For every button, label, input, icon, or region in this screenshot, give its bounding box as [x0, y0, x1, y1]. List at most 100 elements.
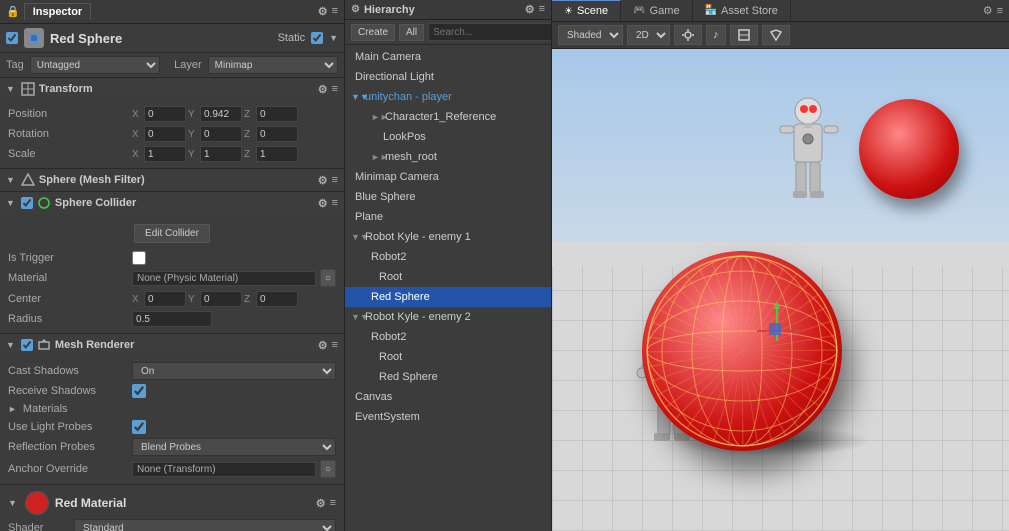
- hierarchy-item-robot-enemy2[interactable]: ▼ Robot Kyle - enemy 2: [345, 307, 551, 327]
- mesh-root-label: mesh_root: [385, 151, 437, 163]
- position-row: Position X 0 Y 0.942 Z 0: [8, 104, 336, 124]
- shader-dropdown[interactable]: Standard: [74, 519, 336, 531]
- hierarchy-item-red-sphere-1[interactable]: Red Sphere: [345, 287, 551, 307]
- hierarchy-settings-icon[interactable]: ⚙: [525, 3, 535, 16]
- hierarchy-menu-icon[interactable]: ≡: [539, 3, 545, 16]
- mesh-filter-menu-icon[interactable]: ≡: [332, 174, 338, 187]
- hierarchy-item-plane[interactable]: Plane: [345, 207, 551, 227]
- materials-row[interactable]: ► Materials: [8, 400, 336, 418]
- rotation-y-item: Y: [188, 126, 242, 142]
- audio-button[interactable]: ♪: [706, 25, 726, 45]
- rotation-x-input[interactable]: [144, 126, 186, 142]
- scene-tab[interactable]: ☀ Scene: [552, 0, 621, 21]
- is-trigger-checkbox[interactable]: [132, 251, 146, 265]
- shading-dropdown[interactable]: Shaded: [558, 25, 623, 45]
- hierarchy-item-blue-sphere[interactable]: Blue Sphere: [345, 187, 551, 207]
- hierarchy-item-robot-enemy1[interactable]: ▼ Robot Kyle - enemy 1: [345, 227, 551, 247]
- hierarchy-item-main-camera[interactable]: Main Camera: [345, 47, 551, 67]
- mesh-filter-icon: [21, 173, 35, 187]
- mesh-renderer-menu-icon[interactable]: ≡: [332, 339, 338, 352]
- anchor-override-field[interactable]: None (Transform): [132, 462, 316, 477]
- transform-settings-icons: ⚙ ≡: [318, 83, 338, 96]
- asset-store-tab[interactable]: 🏪 Asset Store: [693, 0, 791, 21]
- fx-button[interactable]: [730, 25, 758, 45]
- mesh-filter-settings-icon[interactable]: ⚙: [318, 174, 328, 187]
- mesh-renderer-enabled[interactable]: [21, 339, 33, 351]
- inspector-scroll[interactable]: ▼ Transform ⚙ ≡ Position: [0, 78, 344, 531]
- is-trigger-label: Is Trigger: [8, 252, 128, 264]
- hierarchy-item-eventsystem[interactable]: EventSystem: [345, 407, 551, 427]
- hierarchy-item-root-1[interactable]: Root: [345, 267, 551, 287]
- scene-view-button[interactable]: [762, 25, 790, 45]
- hierarchy-search[interactable]: [428, 23, 552, 41]
- static-dropdown-icon[interactable]: ▼: [329, 33, 338, 43]
- sphere-collider-settings-icon[interactable]: ⚙: [318, 197, 328, 210]
- position-x-input[interactable]: 0: [144, 106, 186, 122]
- rotation-y-input[interactable]: [200, 126, 242, 142]
- mesh-root-arrow: ►: [371, 152, 379, 162]
- hierarchy-item-minimap-camera[interactable]: Minimap Camera: [345, 167, 551, 187]
- scale-y-input[interactable]: [200, 146, 242, 162]
- main-camera-label: Main Camera: [355, 51, 421, 63]
- layer-dropdown[interactable]: Minimap: [208, 56, 338, 74]
- tag-dropdown[interactable]: Untagged: [30, 56, 160, 74]
- scale-x-input[interactable]: [144, 146, 186, 162]
- center-y-input[interactable]: [200, 291, 242, 307]
- inspector-menu-icon[interactable]: ≡: [332, 5, 338, 18]
- scene-viewport[interactable]: [552, 49, 1009, 531]
- hierarchy-item-robot2-2[interactable]: Robot2: [345, 327, 551, 347]
- hierarchy-item-unitychan[interactable]: ▼ unitychan - player: [345, 87, 551, 107]
- lighting-button[interactable]: [674, 25, 702, 45]
- create-button[interactable]: Create: [351, 24, 395, 41]
- inspector-settings-icon[interactable]: ⚙: [318, 5, 328, 18]
- collider-material-picker[interactable]: ○: [320, 269, 336, 287]
- mesh-filter-header[interactable]: ▼ Sphere (Mesh Filter) ⚙ ≡: [0, 169, 344, 191]
- material-settings-icon[interactable]: ⚙: [316, 497, 326, 510]
- use-light-probes-checkbox[interactable]: [132, 420, 146, 434]
- cast-shadows-dropdown[interactable]: On: [132, 362, 336, 380]
- inspector-icon: 🔒: [6, 5, 20, 18]
- center-x-input[interactable]: [144, 291, 186, 307]
- transform-settings-icon[interactable]: ⚙: [318, 83, 328, 96]
- material-menu-icon[interactable]: ≡: [330, 497, 336, 510]
- hierarchy-item-lookpos[interactable]: LookPos: [345, 127, 551, 147]
- anchor-override-picker[interactable]: ○: [320, 460, 336, 478]
- scene-toolbar: Shaded 2D ♪: [552, 22, 1009, 49]
- right-panel-settings-icon[interactable]: ⚙: [983, 4, 993, 17]
- transform-gizmo[interactable]: [747, 291, 807, 351]
- position-z-input[interactable]: 0: [256, 106, 298, 122]
- scale-z-input[interactable]: [256, 146, 298, 162]
- receive-shadows-checkbox[interactable]: [132, 384, 146, 398]
- collider-material-field[interactable]: None (Physic Material): [132, 271, 316, 286]
- static-checkbox[interactable]: [311, 32, 323, 44]
- position-y-input[interactable]: 0.942: [200, 106, 242, 122]
- center-z-input[interactable]: [256, 291, 298, 307]
- game-tab[interactable]: 🎮 Game: [621, 0, 692, 21]
- hierarchy-item-character1[interactable]: ► Character1_Reference: [345, 107, 551, 127]
- mesh-renderer-header[interactable]: ▼ Mesh Renderer ⚙ ≡: [0, 334, 344, 356]
- transform-menu-icon[interactable]: ≡: [332, 83, 338, 96]
- transform-header[interactable]: ▼ Transform ⚙ ≡: [0, 78, 344, 100]
- right-panel-menu-icon[interactable]: ≡: [997, 5, 1003, 17]
- edit-collider-button[interactable]: Edit Collider: [134, 224, 210, 243]
- hierarchy-item-root-2[interactable]: Root: [345, 347, 551, 367]
- hierarchy-item-mesh-root[interactable]: ► mesh_root: [345, 147, 551, 167]
- center-x-item: X: [132, 291, 186, 307]
- sphere-collider-header[interactable]: ▼ Sphere Collider ⚙ ≡: [0, 192, 344, 214]
- hierarchy-item-red-sphere-2[interactable]: Red Sphere: [345, 367, 551, 387]
- radius-input[interactable]: 0.5: [132, 311, 212, 327]
- hierarchy-item-canvas[interactable]: Canvas: [345, 387, 551, 407]
- hierarchy-scroll[interactable]: Main Camera Directional Light ▼ unitycha…: [345, 45, 551, 531]
- hierarchy-item-directional-light[interactable]: Directional Light: [345, 67, 551, 87]
- mesh-renderer-settings-icon[interactable]: ⚙: [318, 339, 328, 352]
- hierarchy-panel: ⚙ Hierarchy ⚙ ≡ Create All Main Camera D…: [345, 0, 552, 531]
- all-button[interactable]: All: [399, 24, 424, 41]
- hierarchy-item-robot2-1[interactable]: Robot2: [345, 247, 551, 267]
- rotation-z-input[interactable]: [256, 126, 298, 142]
- reflection-probes-dropdown[interactable]: Blend Probes: [132, 438, 336, 456]
- object-active-checkbox[interactable]: [6, 32, 18, 44]
- sphere-collider-enabled[interactable]: [21, 197, 33, 209]
- inspector-tab[interactable]: Inspector: [24, 3, 92, 20]
- dimension-dropdown[interactable]: 2D: [627, 25, 670, 45]
- sphere-collider-menu-icon[interactable]: ≡: [332, 197, 338, 210]
